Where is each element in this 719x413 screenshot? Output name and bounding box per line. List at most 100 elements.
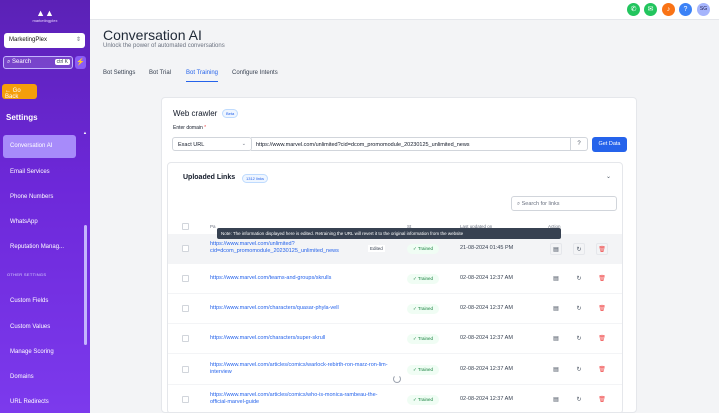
bell-icon[interactable]: ♪ — [662, 3, 675, 16]
document-icon[interactable]: ▤ — [550, 273, 562, 285]
sidebar-item-url-redirects[interactable]: URL Redirects — [3, 391, 76, 413]
trash-icon[interactable]: 🗑 — [596, 333, 608, 345]
row-checkbox[interactable] — [182, 245, 189, 252]
beta-badge: Beta — [222, 109, 239, 118]
sidebar-item-label: URL Redirects — [10, 399, 49, 405]
sidebar-item-label: Manage Scoring — [10, 349, 54, 355]
refresh-icon[interactable]: ↻ — [573, 394, 585, 406]
document-icon[interactable]: ▤ — [550, 333, 562, 345]
status-text: Trained — [417, 397, 434, 402]
table-row: https://www.marvel.com/characters/quasar… — [168, 294, 622, 324]
tab-bot-training[interactable]: Bot Training — [186, 70, 219, 82]
sidebar-item-reputation[interactable]: Reputation Manag... — [3, 236, 76, 259]
url-type-value: Exact URL — [178, 142, 205, 148]
search-links-input[interactable]: ⌕ Search for links — [511, 196, 617, 211]
sidebar-item-email-services[interactable]: Email Services — [3, 161, 76, 184]
search-icon: ⌕ — [517, 201, 521, 207]
links-count-badge: 1312 links — [242, 174, 269, 183]
row-link[interactable]: https://www.marvel.com/unlimited?cid=dco… — [210, 241, 390, 255]
help-circle-icon[interactable]: ? — [571, 137, 588, 151]
document-icon[interactable]: ▤ — [550, 364, 562, 376]
collapse-chevron-icon[interactable]: ⌄ — [606, 173, 611, 180]
search-links-placeholder: Search for links — [521, 201, 560, 207]
sidebar-item-label: Phone Numbers — [10, 194, 54, 200]
refresh-icon[interactable]: ↻ — [573, 303, 585, 315]
status-badge: ✓ Trained — [407, 395, 439, 405]
row-date: 02-08-2024 12:37 AM — [460, 335, 513, 341]
sidebar-item-label: Email Services — [10, 169, 50, 175]
phone-icon[interactable]: ✆ — [627, 3, 640, 16]
row-date: 02-08-2024 12:37 AM — [460, 396, 513, 402]
tab-bot-settings[interactable]: Bot Settings — [103, 70, 135, 81]
status-badge: ✓ Trained — [407, 274, 439, 284]
required-mark: * — [204, 125, 207, 131]
table-row: https://www.marvel.com/articles/comics/w… — [168, 385, 622, 413]
row-link[interactable]: https://www.marvel.com/teams-and-groups/… — [210, 275, 390, 282]
trash-icon[interactable]: 🗑 — [596, 364, 608, 376]
scroll-thumb[interactable] — [84, 225, 87, 345]
sidebar-item-label: Conversation AI — [10, 143, 53, 149]
account-switcher[interactable]: MarketingPlex ⇕ — [4, 33, 85, 48]
domain-url-input[interactable]: https://www.marvel.com/unlimited?cid=dco… — [251, 137, 571, 151]
row-checkbox[interactable] — [182, 396, 189, 403]
enter-domain-label: Enter domain * — [173, 125, 206, 131]
avatar[interactable]: SG — [697, 3, 710, 16]
logo-text: marketingplex — [32, 18, 58, 23]
sidebar-item-custom-values[interactable]: Custom Values — [3, 316, 76, 339]
refresh-icon[interactable]: ↻ — [573, 243, 585, 255]
row-date: 02-08-2024 12:37 AM — [460, 275, 513, 281]
help-icon[interactable]: ? — [679, 3, 692, 16]
row-link[interactable]: https://www.marvel.com/articles/comics/w… — [210, 362, 390, 376]
sidebar-search[interactable]: ⌕ Search ctrl K — [3, 56, 73, 69]
app-logo[interactable]: ▲▲ marketingplex — [30, 8, 60, 26]
search-icon: ⌕ — [7, 59, 11, 65]
get-data-button[interactable]: Get Data — [592, 137, 627, 152]
sidebar-item-conversation-ai[interactable]: Conversation AI — [3, 135, 76, 158]
row-date: 02-08-2024 12:37 AM — [460, 366, 513, 372]
sidebar-item-whatsapp[interactable]: WhatsApp — [3, 211, 76, 234]
url-type-select[interactable]: Exact URL ⌄ — [172, 137, 252, 151]
tab-bot-trial[interactable]: Bot Trial — [149, 70, 171, 81]
tab-configure-intents[interactable]: Configure Intents — [232, 70, 278, 81]
quick-action-bolt-icon[interactable]: ⚡ — [75, 56, 86, 69]
trash-icon[interactable]: 🗑 — [596, 394, 608, 406]
trash-icon[interactable]: 🗑 — [596, 243, 608, 255]
row-checkbox[interactable] — [182, 366, 189, 373]
sidebar-item-domains[interactable]: Domains — [3, 366, 76, 389]
uploaded-links-title: Uploaded Links — [183, 174, 236, 181]
chevron-updown-icon: ⇕ — [75, 37, 81, 43]
account-name: MarketingPlex — [9, 37, 48, 43]
refresh-icon[interactable]: ↻ — [573, 364, 585, 376]
row-link[interactable]: https://www.marvel.com/articles/comics/w… — [210, 392, 390, 406]
select-all-checkbox[interactable] — [182, 223, 189, 230]
sidebar-item-custom-fields[interactable]: Custom Fields — [3, 290, 76, 313]
sidebar-item-phone-numbers[interactable]: Phone Numbers — [3, 186, 76, 209]
row-checkbox[interactable] — [182, 335, 189, 342]
status-text: Trained — [417, 336, 434, 341]
row-link[interactable]: https://www.marvel.com/characters/super-… — [210, 335, 390, 342]
search-label: Search — [12, 59, 32, 65]
go-back-button[interactable]: ← Go Back — [2, 84, 37, 100]
edited-badge: Edited — [368, 245, 385, 252]
document-icon[interactable]: ▤ — [550, 303, 562, 315]
table-row: https://www.marvel.com/teams-and-groups/… — [168, 264, 622, 294]
trash-icon[interactable]: 🗑 — [596, 303, 608, 315]
status-text: Trained — [417, 246, 434, 251]
sidebar-scrollbar[interactable]: ▲ — [83, 130, 88, 413]
status-badge: ✓ Trained — [407, 365, 439, 375]
row-checkbox[interactable] — [182, 275, 189, 282]
megaphone-icon[interactable]: ✉ — [644, 3, 657, 16]
refresh-icon[interactable]: ↻ — [573, 333, 585, 345]
sidebar-item-manage-scoring[interactable]: Manage Scoring — [3, 341, 76, 364]
status-badge: ✓ Trained — [407, 304, 439, 314]
sidebar-item-label: Custom Values — [10, 324, 51, 330]
trash-icon[interactable]: 🗑 — [596, 273, 608, 285]
settings-title: Settings — [6, 113, 38, 122]
refresh-icon[interactable]: ↻ — [573, 273, 585, 285]
row-link[interactable]: https://www.marvel.com/characters/quasar… — [210, 305, 390, 312]
enter-domain-text: Enter domain — [173, 125, 203, 131]
row-checkbox[interactable] — [182, 305, 189, 312]
document-icon[interactable]: ▤ — [550, 394, 562, 406]
scroll-up-icon[interactable]: ▲ — [83, 130, 87, 135]
document-icon[interactable]: ▤ — [550, 243, 562, 255]
